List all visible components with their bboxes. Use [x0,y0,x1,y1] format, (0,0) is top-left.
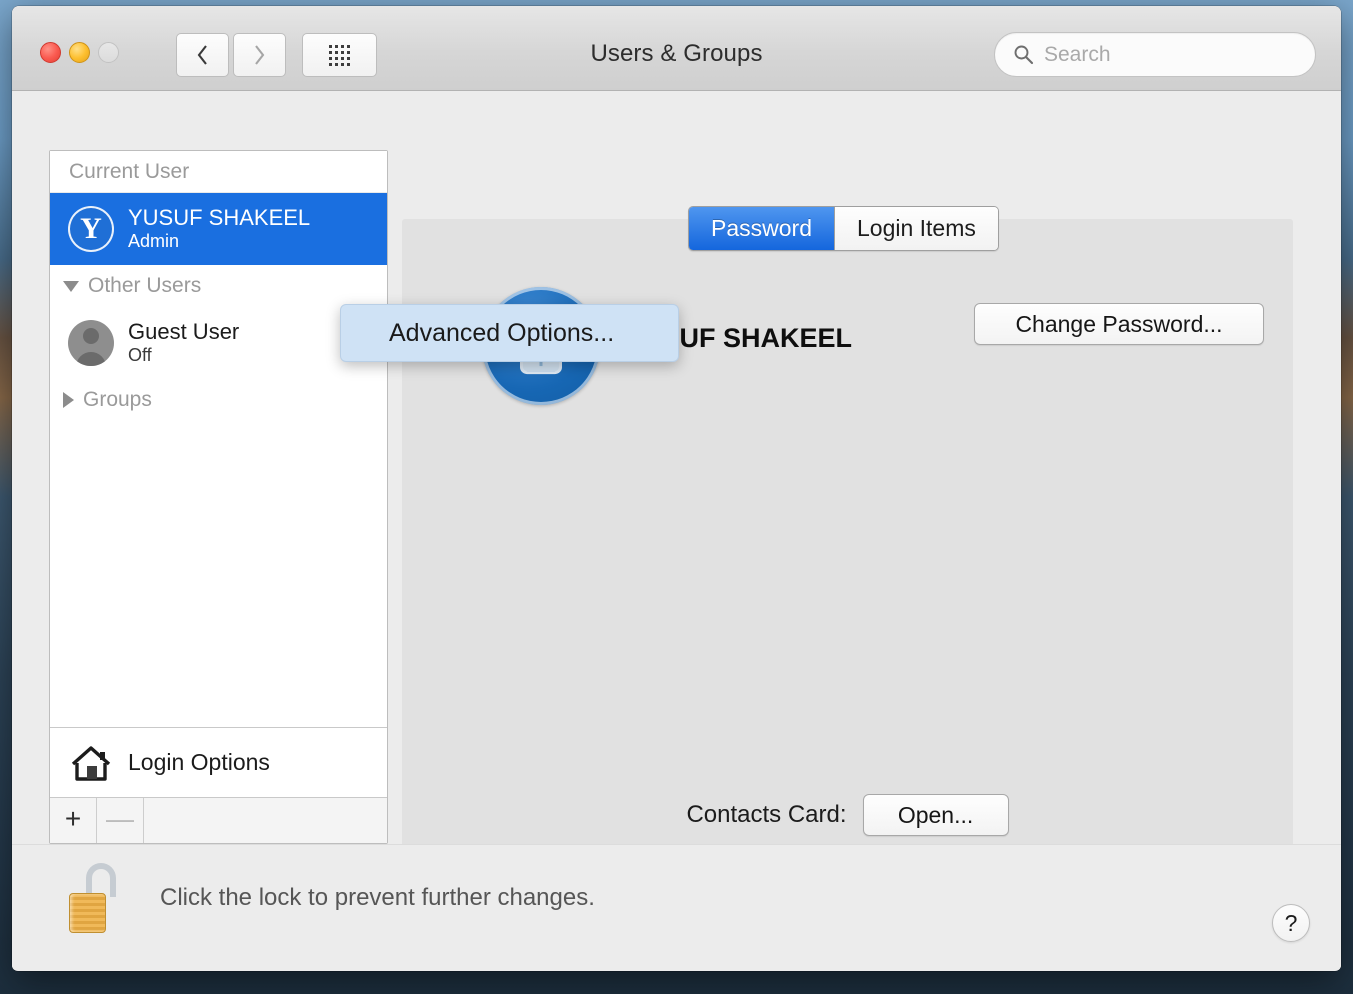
guest-names: Guest User Off [128,319,239,366]
tab-login-items[interactable]: Login Items [834,207,998,250]
help-button[interactable]: ? [1272,904,1310,942]
contacts-card-label: Contacts Card: [686,801,846,829]
add-user-button[interactable]: + [50,798,97,843]
user-name: YUSUF SHAKEEL [128,205,310,231]
login-options-label: Login Options [128,749,270,776]
sidebar-section-label: Other Users [88,274,201,298]
context-menu: Advanced Options... [340,304,679,362]
contacts-card-row: Contacts Card: Open... [402,794,1293,836]
guest-silhouette-avatar [68,320,114,366]
search-input[interactable] [1044,43,1294,67]
sidebar-section-other-users[interactable]: Other Users [50,265,387,307]
sidebar-item-login-options[interactable]: Login Options [50,727,387,797]
users-sidebar: Current User Y YUSUF SHAKEEL Admin Other… [49,150,388,844]
sidebar-section-current-user: Current User [50,151,387,193]
search-icon [1013,44,1034,65]
disclosure-triangle-right-icon [63,392,74,408]
sidebar-section-label: Groups [83,388,152,412]
sidebar-footer-spacer [144,798,387,843]
sidebar-footer: + — [50,797,387,843]
open-contacts-card-button[interactable]: Open... [863,794,1009,836]
user-role: Admin [128,231,310,252]
padlock-shackle [86,863,116,897]
user-names: YUSUF SHAKEEL Admin [128,205,310,252]
pane-tabs: Password Login Items [688,206,999,251]
users-list: Current User Y YUSUF SHAKEEL Admin Other… [50,151,387,727]
system-preferences-window: Users & Groups Current User Y YUSUF SHAK… [12,6,1341,971]
menu-item-advanced-options[interactable]: Advanced Options... [389,319,614,348]
guest-name: Guest User [128,319,239,345]
sidebar-item-guest-user[interactable]: Guest User Off [50,307,387,379]
change-password-button[interactable]: Change Password... [974,303,1264,345]
padlock-body [69,893,106,933]
guest-state: Off [128,345,239,366]
house-icon [70,744,112,782]
window-titlebar: Users & Groups [12,6,1341,91]
sidebar-section-groups[interactable]: Groups [50,379,387,421]
window-content: Current User Y YUSUF SHAKEEL Admin Other… [12,91,1341,970]
lock-area[interactable]: Click the lock to prevent further change… [68,863,595,933]
disclosure-triangle-down-icon [63,281,79,292]
tab-password[interactable]: Password [689,207,834,250]
search-field[interactable] [994,32,1316,77]
remove-user-button: — [97,798,144,843]
unlocked-padlock-icon[interactable] [68,863,120,933]
sidebar-item-yusuf-shakeel[interactable]: Y YUSUF SHAKEEL Admin [50,193,387,265]
lock-hint-text: Click the lock to prevent further change… [160,884,595,912]
lock-bar: Click the lock to prevent further change… [12,844,1341,970]
y-logo-avatar: Y [68,206,114,252]
